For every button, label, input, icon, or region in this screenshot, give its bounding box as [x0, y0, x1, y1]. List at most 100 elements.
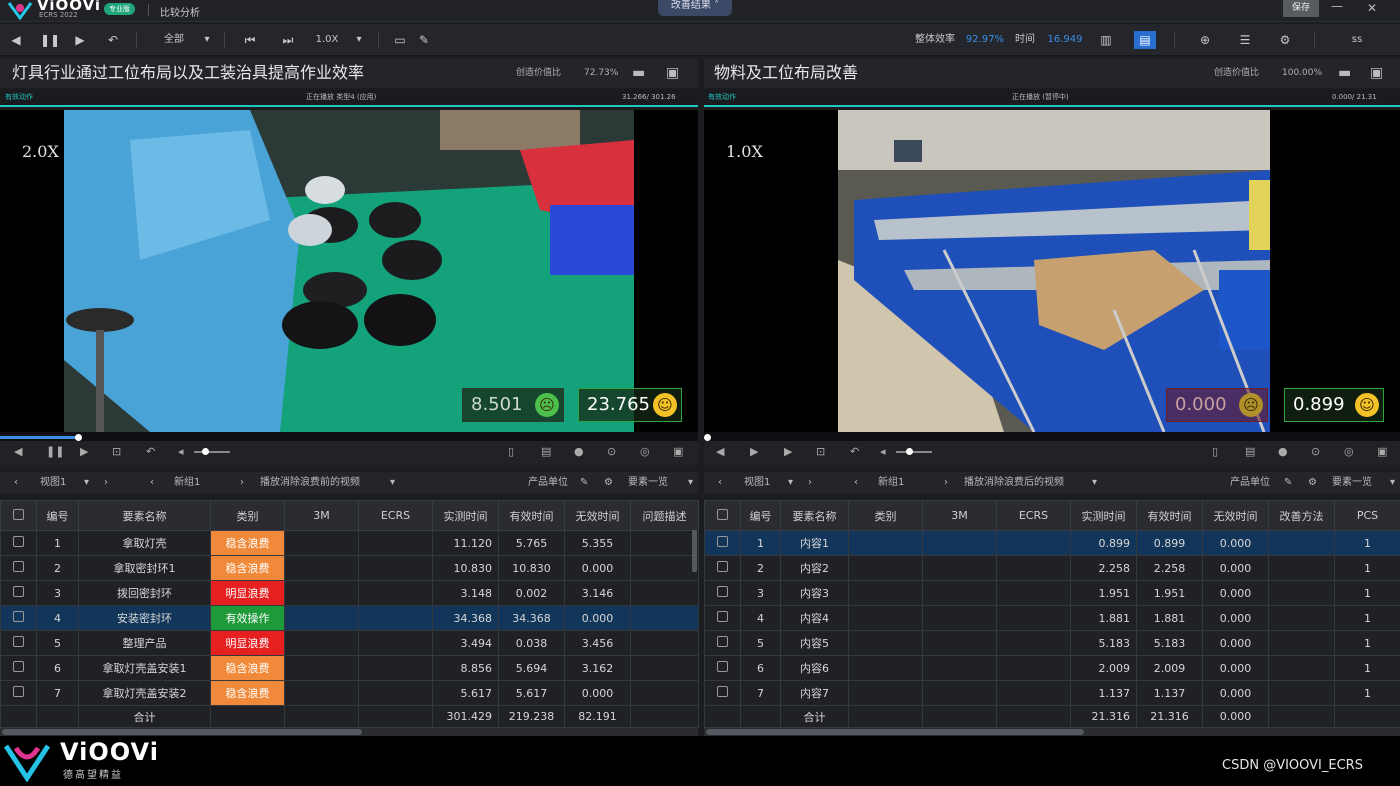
next-frame-icon[interactable]: ▶ — [784, 445, 792, 458]
cell-ecrs[interactable] — [358, 605, 433, 631]
skip-end-icon[interactable]: ⏭ — [278, 31, 298, 49]
left-scroll-thumb[interactable] — [2, 729, 362, 735]
row-select-cell[interactable] — [704, 530, 741, 556]
chevron-left-icon[interactable]: ‹ — [150, 472, 154, 494]
category-cell[interactable] — [848, 655, 923, 681]
table-row[interactable]: 3 内容3 1.951 1.951 0.000 1 — [704, 580, 1400, 606]
pause-icon[interactable]: ❚❚ — [46, 445, 64, 458]
chevron-left-icon[interactable]: ‹ — [14, 472, 18, 494]
column-header[interactable]: 实测时间 — [1070, 500, 1137, 531]
left-group-select[interactable]: 新组1 — [174, 472, 200, 494]
cell-3m[interactable] — [922, 580, 997, 606]
cell-3m[interactable] — [922, 655, 997, 681]
cell-ecrs[interactable] — [358, 680, 433, 706]
cell-ecrs[interactable] — [996, 530, 1071, 556]
cell-3m[interactable] — [284, 605, 359, 631]
right-video[interactable]: 1.0X 0.000 ☹ 0.899 ☺ — [704, 110, 1400, 432]
image-icon[interactable]: ▣ — [1370, 58, 1383, 88]
cell-3m[interactable] — [284, 580, 359, 606]
table-row[interactable]: 2 内容2 2.258 2.258 0.000 1 — [704, 555, 1400, 581]
row-select-cell[interactable] — [0, 530, 37, 556]
checkbox[interactable] — [13, 586, 24, 597]
problem-description[interactable] — [630, 655, 699, 681]
column-header[interactable]: 3M — [284, 500, 359, 531]
category-badge[interactable]: 稳含浪费 — [210, 655, 285, 681]
category-badge[interactable]: 稳含浪费 — [210, 555, 285, 581]
camera-icon[interactable]: ▣ — [673, 445, 683, 458]
problem-description[interactable] — [630, 530, 699, 556]
checkbox[interactable] — [13, 636, 24, 647]
row-select-cell[interactable] — [0, 605, 37, 631]
chevron-right-icon[interactable]: › — [104, 472, 108, 494]
category-cell[interactable] — [848, 680, 923, 706]
problem-description[interactable] — [630, 605, 699, 631]
element-name[interactable]: 拿取灯壳盖安装2 — [78, 680, 211, 706]
improve-method[interactable] — [1268, 530, 1335, 556]
checkbox[interactable] — [13, 561, 24, 572]
element-name[interactable]: 拿取灯壳 — [78, 530, 211, 556]
table-row[interactable]: 7 内容7 1.137 1.137 0.000 1 — [704, 680, 1400, 706]
globe-icon[interactable]: ⊕ — [1196, 31, 1214, 49]
column-header[interactable]: 要素名称 — [78, 500, 211, 531]
row-select-cell[interactable] — [704, 630, 741, 656]
folder-icon[interactable]: ▬ — [632, 58, 645, 88]
element-name[interactable]: 拿取灯壳盖安装1 — [78, 655, 211, 681]
cell-3m[interactable] — [922, 530, 997, 556]
checkbox[interactable] — [13, 611, 24, 622]
column-header[interactable]: 无效时间 — [564, 500, 631, 531]
category-badge[interactable]: 明显浪费 — [210, 630, 285, 656]
next-frame-icon[interactable]: ▶ — [80, 445, 88, 458]
left-video-name[interactable]: 播放消除浪费前的视频 — [260, 472, 360, 494]
target-icon[interactable]: ◎ — [1344, 445, 1354, 458]
image-icon[interactable]: ▣ — [666, 58, 679, 88]
volume-handle[interactable] — [906, 448, 913, 455]
chevron-right-icon[interactable]: › — [944, 472, 948, 494]
table-row[interactable]: 1 内容1 0.899 0.899 0.000 1 — [704, 530, 1400, 556]
element-name[interactable]: 整理产品 — [78, 630, 211, 656]
checkbox[interactable] — [717, 561, 728, 572]
improve-result-tab[interactable]: 改善结果 ˄ — [658, 0, 732, 16]
table-row[interactable]: 7 拿取灯壳盖安装2 稳含浪费 5.617 5.617 0.000 — [0, 680, 699, 706]
column-header[interactable]: 有效时间 — [498, 500, 565, 531]
clipboard-icon[interactable]: ▤ — [541, 445, 551, 458]
problem-description[interactable] — [630, 555, 699, 581]
save-button[interactable]: 保存 — [1283, 0, 1319, 17]
edit-icon[interactable]: ✎ — [1284, 472, 1292, 494]
chevron-down-icon[interactable]: ▾ — [788, 472, 793, 494]
chevron-down-icon[interactable]: ▾ — [390, 472, 395, 494]
info-icon[interactable]: ● — [574, 445, 584, 458]
cell-ecrs[interactable] — [358, 630, 433, 656]
prev-icon[interactable]: ◀ — [8, 31, 24, 49]
element-name[interactable]: 安装密封环 — [78, 605, 211, 631]
improve-method[interactable] — [1268, 580, 1335, 606]
cell-ecrs[interactable] — [996, 655, 1071, 681]
select-all-header[interactable] — [0, 500, 37, 531]
element-name[interactable]: 内容7 — [780, 680, 849, 706]
checkbox[interactable] — [717, 686, 728, 697]
left-vertical-scroll-thumb[interactable] — [692, 530, 697, 572]
comment-icon[interactable]: ▭ — [392, 31, 408, 49]
checkbox[interactable] — [717, 586, 728, 597]
cell-ecrs[interactable] — [358, 555, 433, 581]
cell-ecrs[interactable] — [358, 580, 433, 606]
cell-3m[interactable] — [922, 680, 997, 706]
category-cell[interactable] — [848, 580, 923, 606]
category-badge[interactable]: 有效操作 — [210, 605, 285, 631]
cell-3m[interactable] — [284, 655, 359, 681]
table-row[interactable]: 5 整理产品 明显浪费 3.494 0.038 3.456 — [0, 630, 699, 656]
zoom-icon[interactable]: ⊙ — [607, 445, 616, 458]
gear-icon[interactable]: ⚙ — [1276, 31, 1294, 49]
cell-3m[interactable] — [284, 680, 359, 706]
select-all-header[interactable] — [704, 500, 741, 531]
scope-select[interactable]: 全部 — [160, 31, 188, 49]
row-select-cell[interactable] — [704, 580, 741, 606]
column-header[interactable]: 类别 — [210, 500, 285, 531]
element-name[interactable]: 内容6 — [780, 655, 849, 681]
right-view-select[interactable]: 视图1 — [744, 472, 770, 494]
prev-frame-icon[interactable]: ◀ — [716, 445, 724, 458]
split-view-icon[interactable]: ▥ — [1096, 31, 1116, 49]
row-select-cell[interactable] — [0, 655, 37, 681]
document-icon[interactable]: ▯ — [1212, 445, 1218, 458]
column-header[interactable]: 问题描述 — [630, 500, 699, 531]
settings-icon[interactable]: ⚙ — [604, 472, 613, 494]
